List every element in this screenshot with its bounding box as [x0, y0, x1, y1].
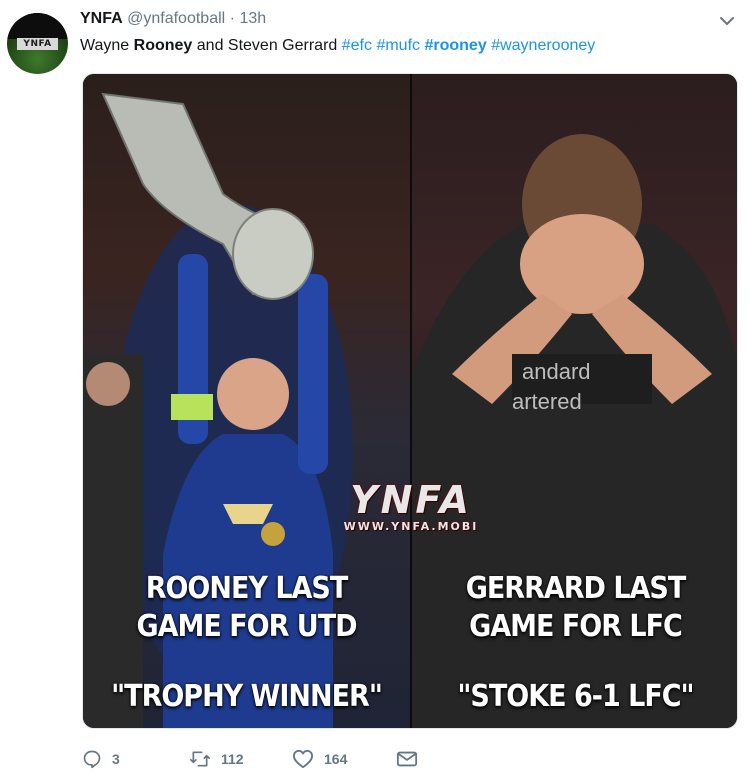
hashtag-rooney-text: #rooney: [424, 37, 487, 54]
like-count: 164: [324, 751, 348, 767]
reply-count: 3: [112, 751, 120, 767]
tweet-text: Wayne Rooney and Steven Gerrard #efc #mu…: [80, 36, 595, 56]
gerrard-caption-line-1: GERRARD LAST: [465, 571, 687, 606]
hashtag-mufc[interactable]: #mufc: [376, 37, 420, 54]
tweet-actions: 3 112 164: [82, 745, 482, 773]
rooney-caption-line-1: ROONEY LAST: [145, 571, 349, 606]
watermark-logo: YNFA: [350, 478, 472, 522]
gerrard-photo-panel: andard artered GERRARD LAST GAME FOR LFC…: [412, 74, 737, 728]
svg-text:artered: artered: [512, 389, 582, 414]
gerrard-caption-line-3: "STOKE 6-1 LFC": [457, 679, 694, 714]
direct-message-button[interactable]: [396, 745, 428, 773]
tweet-timestamp[interactable]: 13h: [239, 10, 266, 27]
retweet-button[interactable]: 112: [189, 745, 244, 773]
tweet-text-bold: Rooney: [133, 37, 193, 54]
tweet-text-segment: and Steven Gerrard: [192, 37, 342, 54]
rooney-photo-panel: ROONEY LAST GAME FOR UTD "TROPHY WINNER": [83, 74, 410, 728]
ynfa-watermark: YNFA WWW.YNFA.MOBI: [316, 480, 506, 534]
account-name[interactable]: YNFA: [80, 10, 123, 27]
tweet: YNFA YNFA @ynfafootball · 13h Wayne Roon…: [0, 0, 750, 780]
avatar-background: [7, 13, 68, 39]
direct-message-icon: [396, 751, 418, 767]
reply-icon: [83, 750, 101, 769]
gerrard-caption-line-2: GAME FOR LFC: [469, 609, 683, 644]
account-handle[interactable]: @ynfafootball: [127, 10, 225, 27]
avatar-logo: YNFA: [17, 38, 58, 50]
tweet-header: YNFA @ynfafootball · 13h: [80, 9, 266, 29]
reply-button[interactable]: 3: [82, 745, 120, 773]
chevron-down-icon[interactable]: [716, 10, 738, 32]
avatar[interactable]: YNFA: [7, 13, 68, 74]
retweet-icon: [189, 751, 210, 767]
hashtag-waynerooney[interactable]: #waynerooney: [491, 37, 595, 54]
rooney-caption-line-2: GAME FOR UTD: [136, 609, 357, 644]
hashtag-efc[interactable]: #efc: [342, 37, 372, 54]
rooney-caption-line-3: "TROPHY WINNER": [111, 679, 383, 714]
svg-text:andard: andard: [522, 359, 591, 384]
tweet-image[interactable]: ROONEY LAST GAME FOR UTD "TROPHY WINNER"…: [82, 73, 738, 729]
tweet-text-segment: Wayne: [80, 37, 134, 54]
retweet-count: 112: [221, 751, 244, 767]
like-icon: [292, 749, 313, 769]
header-separator: ·: [229, 10, 235, 27]
like-button[interactable]: 164: [292, 745, 347, 773]
hashtag-rooney[interactable]: #rooney: [424, 37, 486, 54]
watermark-url: WWW.YNFA.MOBI: [343, 520, 479, 533]
